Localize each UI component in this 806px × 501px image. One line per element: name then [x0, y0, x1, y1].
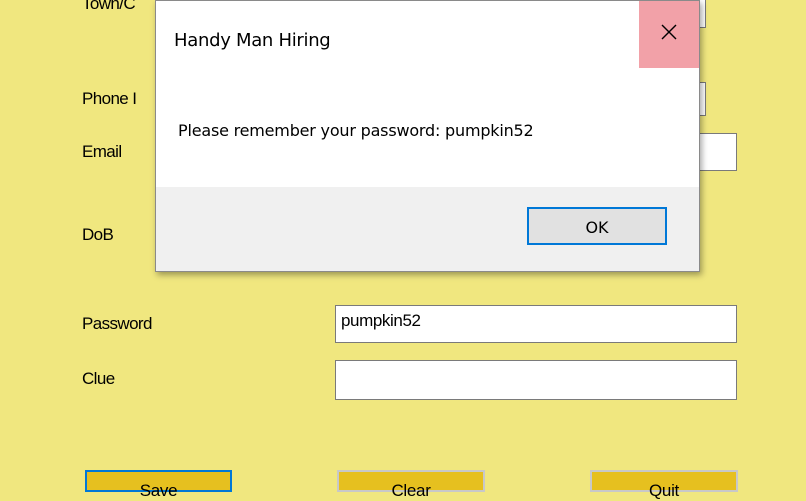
- clue-label: Clue: [82, 369, 115, 388]
- message-dialog: Handy Man Hiring Please remember your pa…: [155, 0, 700, 272]
- dialog-message: Please remember your password: pumpkin52: [178, 121, 534, 140]
- dob-label: DoB: [82, 225, 114, 244]
- password-field[interactable]: pumpkin52: [335, 305, 737, 343]
- town-label: Town/C: [82, 0, 136, 13]
- password-label: Password: [82, 314, 152, 333]
- clue-field[interactable]: [335, 360, 737, 400]
- quit-button[interactable]: Quit: [590, 470, 738, 500]
- phone-label: Phone I: [82, 89, 137, 108]
- ok-button[interactable]: OK: [527, 207, 667, 245]
- email-label: Email: [82, 142, 122, 161]
- save-button[interactable]: Save: [85, 470, 232, 500]
- close-button[interactable]: [639, 1, 699, 68]
- dialog-body: Please remember your password: pumpkin52: [156, 79, 699, 187]
- close-icon: [660, 23, 678, 46]
- dialog-titlebar[interactable]: Handy Man Hiring: [156, 1, 699, 79]
- clear-button[interactable]: Clear: [337, 470, 485, 500]
- dialog-title: Handy Man Hiring: [174, 30, 331, 51]
